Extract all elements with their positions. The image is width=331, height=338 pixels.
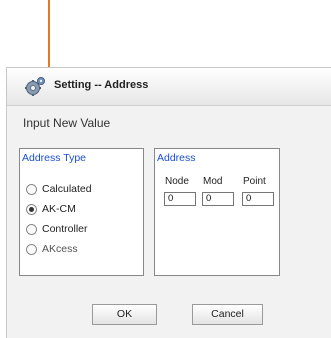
dialog-titlebar[interactable]: Setting -- Address [7, 68, 331, 106]
address-type-title: Address Type [22, 152, 87, 164]
address-type-group: Address Type Calculated AK-CM Controller… [19, 148, 144, 276]
radio-label: Controller [42, 223, 88, 235]
page: Setting -- Address Input New Value Addre… [0, 0, 331, 338]
ok-button[interactable]: OK [92, 304, 157, 325]
dialog-title: Setting -- Address [54, 79, 149, 91]
radio-label: AKcess [42, 243, 78, 255]
radio-button[interactable] [26, 183, 37, 195]
cancel-button[interactable]: Cancel [192, 304, 263, 325]
radio-button-selected[interactable] [26, 203, 37, 215]
point-input[interactable]: 0 [242, 192, 274, 206]
radio-ak-cm[interactable]: AK-CM [26, 201, 76, 217]
radio-akcess[interactable]: AKcess [26, 241, 78, 257]
node-input[interactable]: 0 [164, 192, 196, 206]
address-group: Address Node Mod Point 0 0 0 [154, 148, 280, 276]
radio-button[interactable] [26, 243, 37, 255]
prompt-text: Input New Value [23, 116, 111, 130]
address-dialog: Setting -- Address Input New Value Addre… [6, 67, 331, 338]
mod-input[interactable]: 0 [202, 192, 234, 206]
node-column-label: Node [165, 176, 189, 187]
gear-icon [25, 77, 45, 96]
radio-button[interactable] [26, 223, 37, 235]
address-title: Address [157, 152, 196, 164]
accent-line [48, 0, 50, 67]
mod-column-label: Mod [203, 176, 223, 187]
radio-label: Calculated [42, 183, 92, 195]
radio-controller[interactable]: Controller [26, 221, 88, 237]
point-column-label: Point [243, 176, 266, 187]
radio-label: AK-CM [42, 203, 76, 215]
radio-calculated[interactable]: Calculated [26, 181, 92, 197]
